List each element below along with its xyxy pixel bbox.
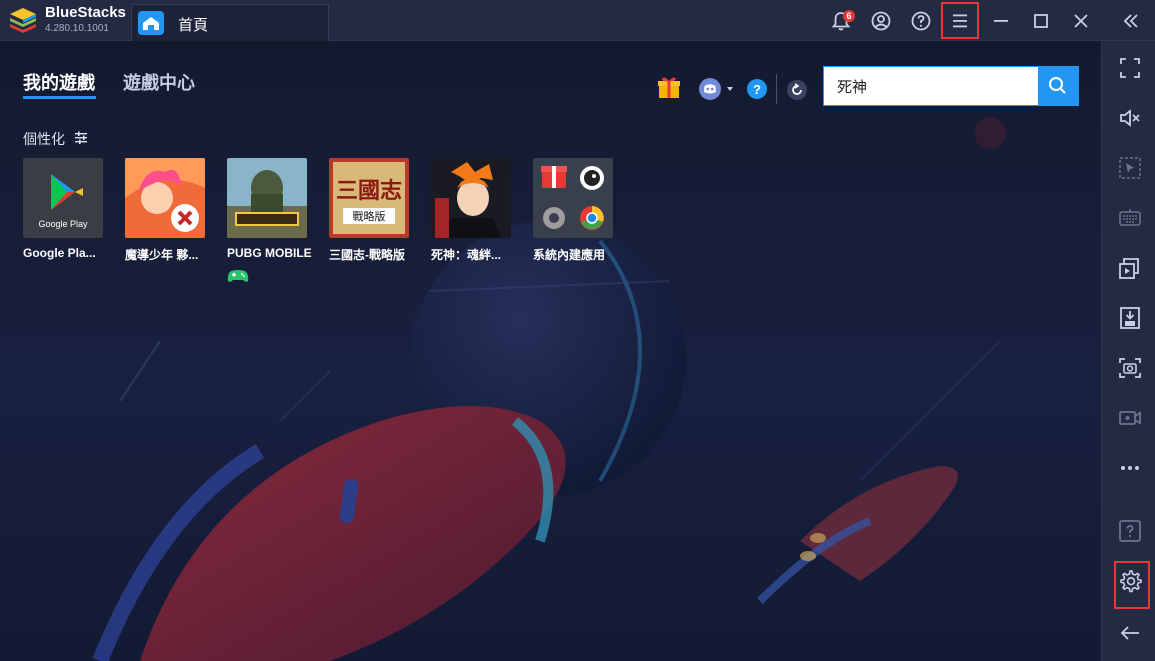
- background-artwork: [92, 117, 1006, 661]
- brand-name: BlueStacks: [45, 4, 126, 21]
- refresh-icon[interactable]: [786, 79, 808, 101]
- main-content: 我的遊戲 遊戲中心 ? 個性化: [0, 41, 1101, 661]
- maximize-icon[interactable]: [1028, 8, 1054, 34]
- app-label: PUBG MOBILE: [227, 246, 312, 260]
- install-apk-icon[interactable]: [1118, 306, 1142, 330]
- search-icon: [1049, 77, 1066, 94]
- brand: BlueStacks 4.280.10.1001: [45, 4, 126, 35]
- minimize-icon[interactable]: [988, 8, 1014, 34]
- sidebar-help-icon[interactable]: [1118, 519, 1142, 543]
- right-sidebar: [1101, 41, 1155, 661]
- account-icon[interactable]: [868, 8, 894, 34]
- app-label: 三國志-戰略版: [329, 248, 405, 262]
- pointer-mode-icon[interactable]: [1118, 156, 1142, 180]
- title-bar: BlueStacks 4.280.10.1001 首頁 6: [0, 0, 1155, 41]
- gamepad-icon: [227, 270, 249, 282]
- app-label: 魔導少年 夥...: [125, 248, 199, 262]
- notification-badge: 6: [843, 10, 855, 22]
- screenshot-icon[interactable]: [1118, 356, 1142, 380]
- home-icon: [138, 11, 164, 35]
- fullscreen-icon[interactable]: [1118, 56, 1142, 80]
- version-label: 4.280.10.1001: [45, 23, 109, 34]
- screen-record-icon[interactable]: [1118, 406, 1142, 430]
- search-input[interactable]: [824, 67, 1039, 105]
- volume-mute-icon[interactable]: [1118, 106, 1142, 130]
- tab-my-games[interactable]: 我的遊戲: [23, 69, 95, 95]
- help-icon[interactable]: [908, 8, 934, 34]
- system-apps-icon: [533, 158, 613, 238]
- settings-gear-icon[interactable]: [1118, 569, 1142, 593]
- fairy-tail-icon: [125, 158, 205, 238]
- search-box: [823, 66, 1079, 106]
- tab-active-indicator: [23, 96, 96, 99]
- sanguozhi-subtitle: 戰略版: [353, 209, 386, 223]
- gift-icon[interactable]: [656, 75, 682, 99]
- more-options-icon[interactable]: [1118, 456, 1142, 480]
- section-title: 個性化: [23, 131, 65, 147]
- customize-sliders-icon[interactable]: [74, 130, 88, 144]
- bleach-icon: [431, 158, 511, 238]
- collapse-sidebar-icon[interactable]: [1118, 8, 1144, 34]
- toolbar-divider: [776, 74, 777, 104]
- question-help-icon[interactable]: ?: [746, 78, 768, 100]
- sanguozhi-icon: 三國志 戰略版: [329, 158, 409, 238]
- home-tab-label: 首頁: [178, 17, 209, 34]
- pubg-icon: [227, 158, 307, 238]
- sanguozhi-title: 三國志: [336, 178, 402, 204]
- keyboard-icon[interactable]: [1118, 206, 1142, 230]
- multi-instance-icon[interactable]: [1118, 256, 1142, 280]
- google-play-logo-text: Google Play: [38, 219, 88, 229]
- close-icon[interactable]: [1068, 8, 1094, 34]
- hamburger-menu-icon[interactable]: [947, 8, 973, 34]
- app-label: 死神：魂絆...: [431, 248, 502, 262]
- google-play-icon: Google Play: [23, 158, 103, 238]
- back-arrow-icon[interactable]: [1118, 621, 1142, 645]
- discord-icon[interactable]: [698, 77, 736, 101]
- tab-home[interactable]: 首頁: [131, 4, 329, 41]
- app-label: 系統內建應用: [533, 248, 606, 262]
- tab-game-center[interactable]: 遊戲中心: [123, 69, 195, 95]
- app-label: Google Pla...: [23, 246, 96, 260]
- bluestacks-logo-icon: [10, 8, 36, 33]
- search-button[interactable]: [1038, 67, 1078, 105]
- svg-text:?: ?: [753, 82, 761, 97]
